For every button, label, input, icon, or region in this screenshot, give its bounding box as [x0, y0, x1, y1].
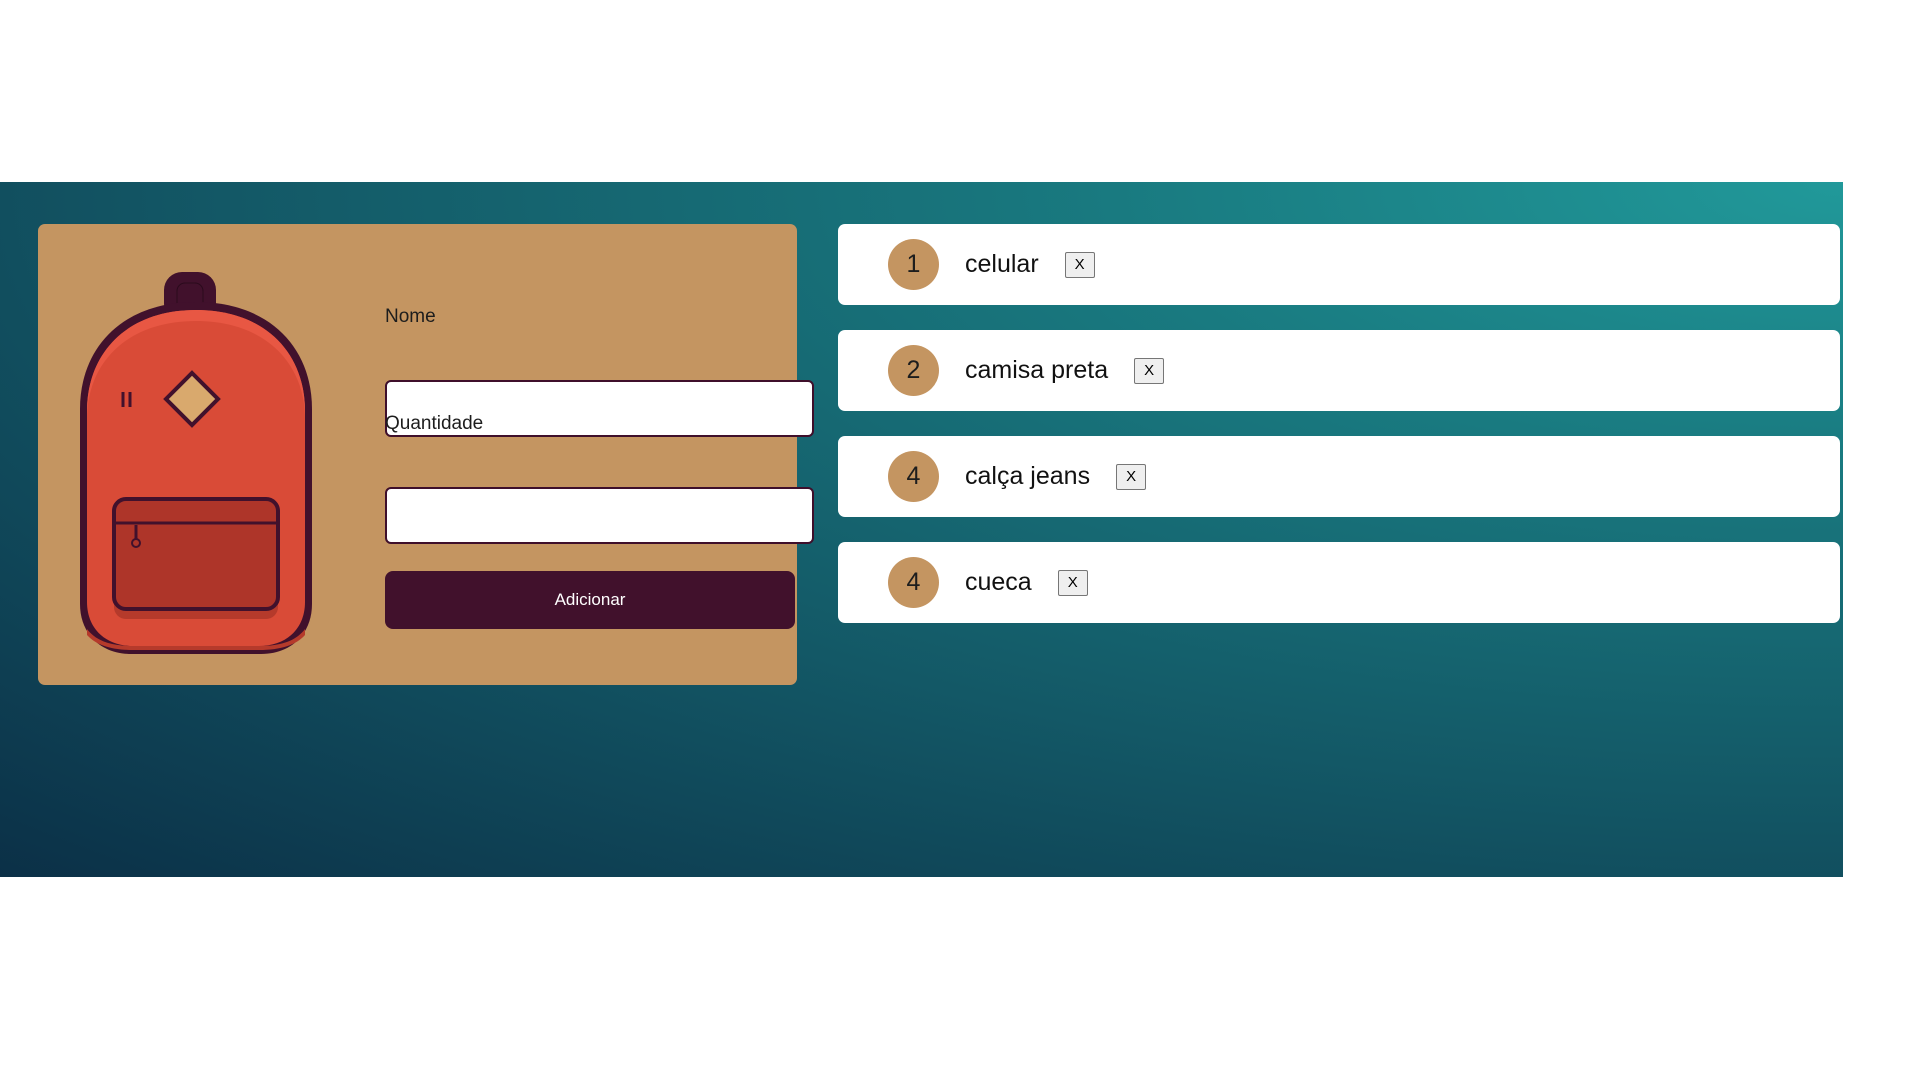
quantity-label: Quantidade	[385, 413, 484, 434]
backpack-icon	[80, 272, 312, 654]
name-label: Nome	[385, 306, 436, 327]
add-button[interactable]: Adicionar	[385, 571, 795, 629]
quantity-input[interactable]	[385, 487, 814, 544]
item-list: 1 celular X 2 camisa preta X 4 calça jea…	[838, 224, 1840, 648]
list-item: 2 camisa preta X	[838, 330, 1840, 411]
remove-button[interactable]: X	[1064, 251, 1095, 278]
item-name: calça jeans	[965, 462, 1091, 490]
remove-button[interactable]: X	[1057, 569, 1088, 596]
remove-button[interactable]: X	[1116, 463, 1147, 490]
list-item: 4 calça jeans X	[838, 436, 1840, 517]
quantity-badge: 1	[888, 239, 939, 290]
app-background: Nome Quantidade Adicionar 1 celular X 2 …	[0, 182, 1843, 877]
item-name: camisa preta	[965, 356, 1109, 384]
quantity-badge: 4	[888, 557, 939, 608]
item-name: celular	[965, 250, 1039, 278]
remove-button[interactable]: X	[1134, 357, 1165, 384]
quantity-badge: 4	[888, 451, 939, 502]
quantity-badge: 2	[888, 345, 939, 396]
list-item: 1 celular X	[838, 224, 1840, 305]
add-item-form: Nome Quantidade Adicionar	[38, 224, 814, 685]
list-item: 4 cueca X	[838, 542, 1840, 623]
item-name: cueca	[965, 568, 1032, 596]
